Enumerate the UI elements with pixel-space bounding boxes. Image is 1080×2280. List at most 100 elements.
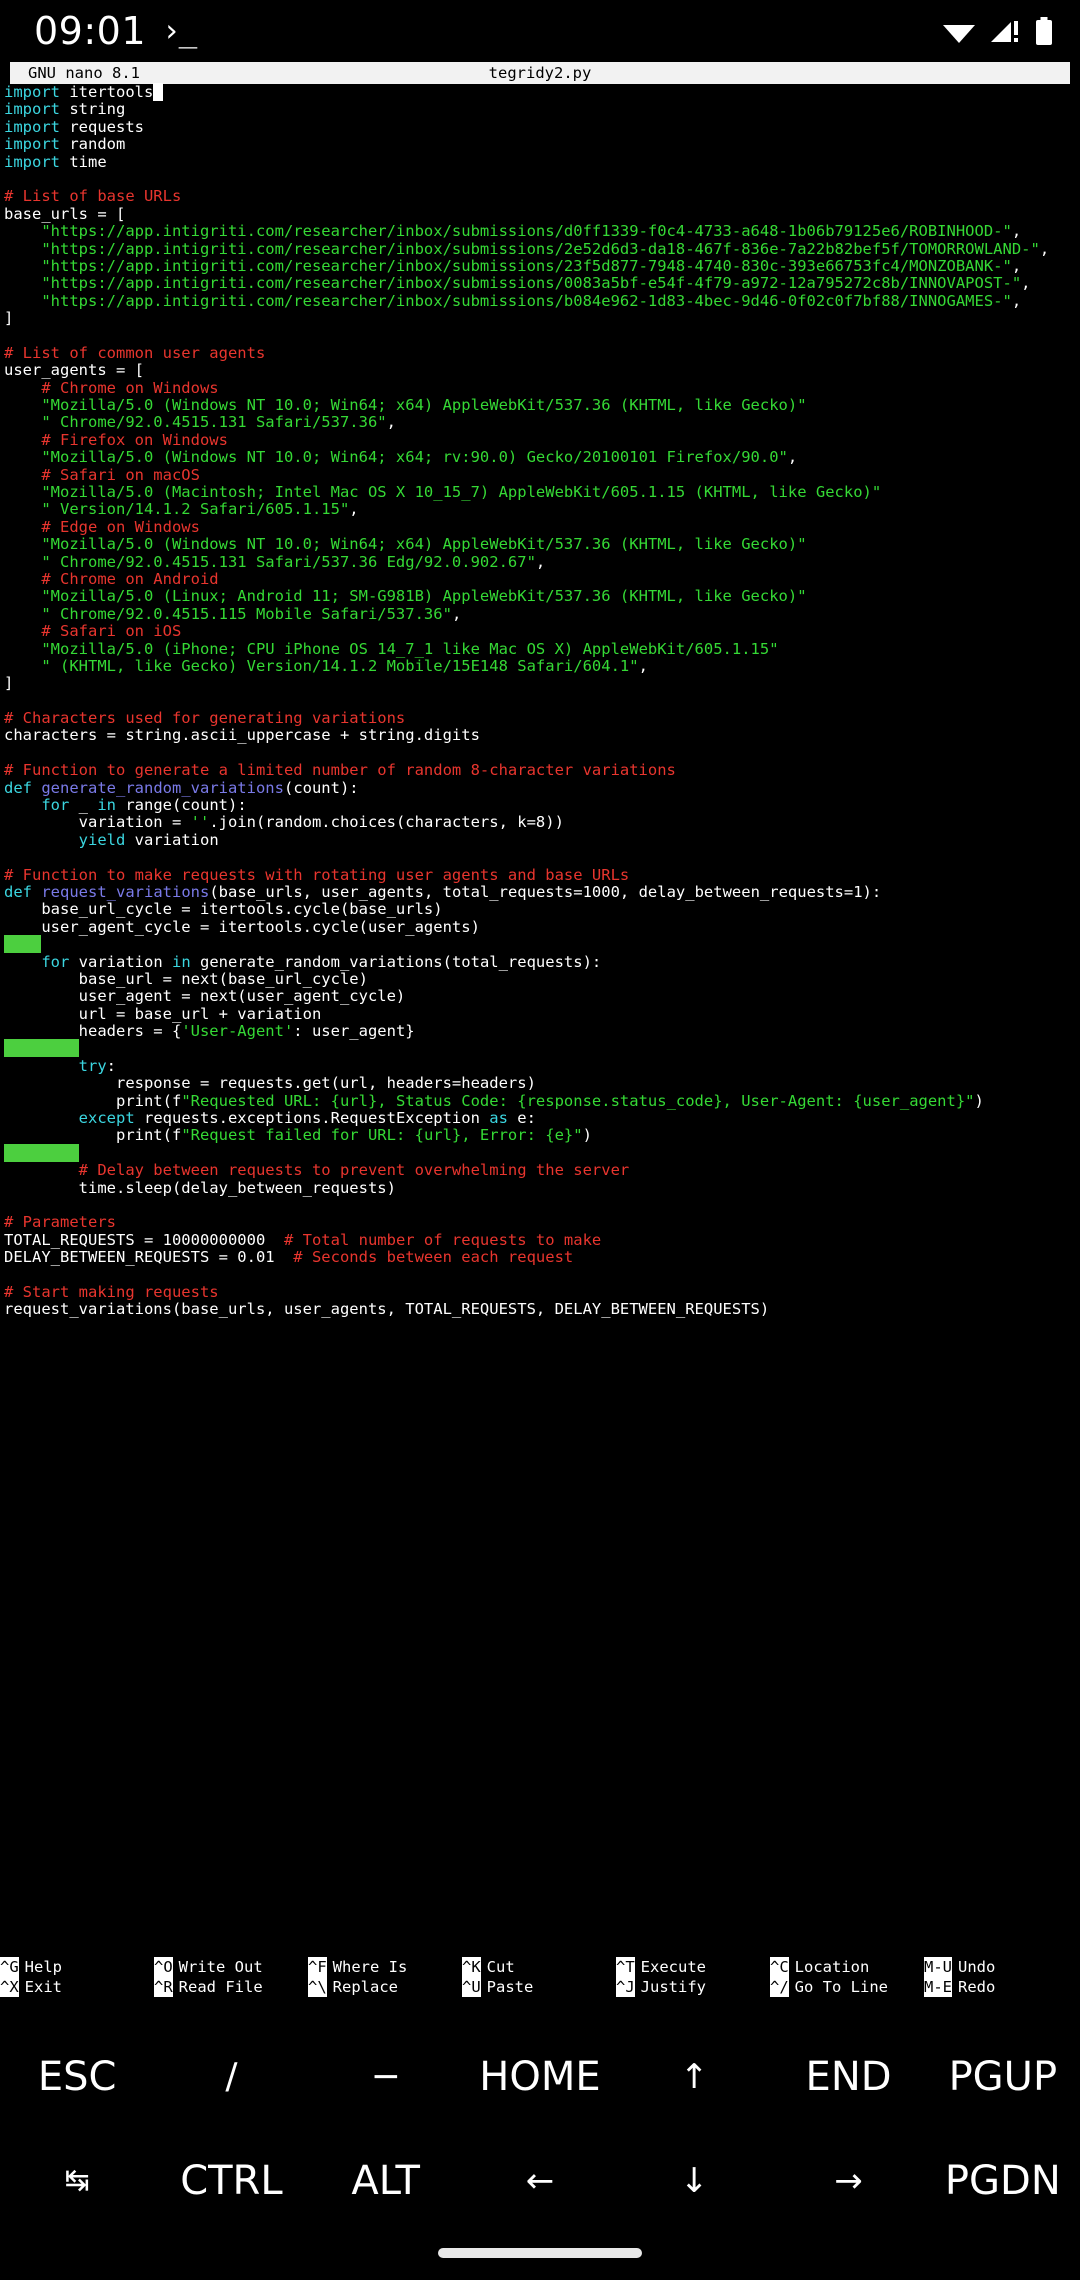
shortcut-item[interactable]: ^U Paste xyxy=(462,1977,616,1997)
shortcut-label: Go To Line xyxy=(794,1978,888,1996)
code-token: ] xyxy=(4,674,14,693)
code-line: characters = string.ascii_uppercase + st… xyxy=(4,727,1080,744)
shortcut-item[interactable]: ^G Help xyxy=(0,1957,154,1977)
nano-filename-label: tegridy2.py xyxy=(488,64,592,82)
code-token: " Version/14.1.2 Safari/605.1.15" xyxy=(41,500,350,519)
shortcut-item[interactable]: ^X Exit xyxy=(0,1977,154,1997)
shortcut-label: Replace xyxy=(332,1978,398,1996)
shortcut-item[interactable]: ^R Read File xyxy=(154,1977,308,1997)
shortcut-item[interactable]: ^C Location xyxy=(770,1957,924,1977)
code-line: try: xyxy=(4,1057,1080,1075)
key-arrow-left[interactable]: ← xyxy=(463,2129,617,2233)
key-ctrl[interactable]: CTRL xyxy=(154,2129,308,2233)
shortcut-key: ^J xyxy=(616,1977,635,1997)
code-token: base_url = next(base_url_cycle) xyxy=(4,969,368,988)
code-token: # Safari on macOS xyxy=(41,465,200,484)
code-line: print(f"Request failed for URL: {url}, E… xyxy=(4,1127,1080,1144)
shortcut-item[interactable]: ^J Justify xyxy=(616,1977,770,1997)
key-esc[interactable]: ESC xyxy=(0,2025,154,2129)
key-home[interactable]: HOME xyxy=(463,2025,617,2129)
code-token: "https://app.intigriti.com/researcher/in… xyxy=(41,222,1012,241)
code-token: request_variations(base_urls, user_agent… xyxy=(4,1300,770,1319)
code-token: "Mozilla/5.0 (Windows NT 10.0; Win64; x6… xyxy=(41,448,788,467)
key-arrow-down[interactable]: ↓ xyxy=(617,2129,771,2233)
shortcut-key: M-E xyxy=(924,1977,952,1997)
key-end[interactable]: END xyxy=(771,2025,925,2129)
code-line: "Mozilla/5.0 (Windows NT 10.0; Win64; x6… xyxy=(4,535,1080,553)
shortcut-label: Undo xyxy=(958,1958,996,1976)
home-indicator[interactable] xyxy=(438,2248,642,2258)
code-line: time.sleep(delay_between_requests) xyxy=(4,1179,1080,1197)
code-line: user_agent_cycle = itertools.cycle(user_… xyxy=(4,918,1080,936)
code-token: , xyxy=(1011,256,1022,275)
shortcut-item[interactable]: M-U Undo xyxy=(924,1957,1078,1977)
code-token: "Requested URL: {url}, Status Code: {res… xyxy=(181,1091,975,1110)
code-token: ] xyxy=(4,309,14,328)
key-tab[interactable]: ↹ xyxy=(0,2129,154,2233)
key-minus[interactable]: − xyxy=(309,2025,463,2129)
shortcut-item[interactable]: ^O Write Out xyxy=(154,1957,308,1977)
shortcut-label: Write Out xyxy=(178,1958,263,1976)
key-arrow-up[interactable]: ↑ xyxy=(617,2025,771,2129)
shortcut-item[interactable]: ^/ Go To Line xyxy=(770,1977,924,1997)
code-token: variation xyxy=(69,952,172,971)
shortcut-item[interactable]: M-E Redo xyxy=(924,1977,1078,1997)
android-status-bar: 09:01 ›_ xyxy=(0,0,1080,62)
key-pgdn[interactable]: PGDN xyxy=(926,2129,1080,2233)
code-line: "Mozilla/5.0 (iPhone; CPU iPhone OS 14_7… xyxy=(4,640,1080,658)
code-token: TOTAL_REQUESTS = 10000000000 xyxy=(4,1230,266,1249)
code-token: , xyxy=(1021,274,1031,293)
shortcut-key: ^U xyxy=(462,1977,481,1997)
code-token: "https://app.intigriti.com/researcher/in… xyxy=(41,239,1040,258)
code-token: 'User-Agent' xyxy=(181,1022,294,1041)
virtual-key-toolbar: ESC / − HOME ↑ END PGUP ↹ CTRL ALT ← ↓ → PGDN xyxy=(0,2025,1080,2233)
key-slash[interactable]: / xyxy=(154,2025,308,2129)
code-token: itertools xyxy=(60,83,154,101)
code-token: except xyxy=(78,1109,135,1128)
code-line: # Edge on Windows xyxy=(4,518,1080,536)
code-token: _ xyxy=(69,796,98,815)
code-token: base_urls = [ xyxy=(4,204,126,223)
shortcut-item[interactable]: ^F Where Is xyxy=(308,1957,462,1977)
code-line: # Characters used for generating variati… xyxy=(4,709,1080,727)
code-token: # Total number of requests to make xyxy=(265,1230,602,1249)
code-line xyxy=(4,1039,1080,1058)
key-alt[interactable]: ALT xyxy=(309,2129,463,2233)
code-line: ] xyxy=(4,309,1080,328)
code-line: except requests.exceptions.RequestExcept… xyxy=(4,1109,1080,1128)
shortcut-label: Location xyxy=(794,1958,870,1976)
shortcut-item[interactable]: ^\ Replace xyxy=(308,1977,462,1997)
shortcut-item[interactable]: ^T Execute xyxy=(616,1957,770,1977)
key-arrow-right[interactable]: → xyxy=(771,2129,925,2233)
code-token: import xyxy=(4,152,60,171)
virtual-key-row-2: ↹ CTRL ALT ← ↓ → PGDN xyxy=(0,2129,1080,2233)
code-line: user_agents = [ xyxy=(4,362,1080,379)
code-token: (base_urls, user_agents, total_requests=… xyxy=(209,882,882,901)
code-token: # List of base URLs xyxy=(4,187,182,206)
code-token: print(f xyxy=(4,1126,182,1145)
shortcut-item[interactable]: ^K Cut xyxy=(462,1957,616,1977)
nano-editor-buffer[interactable]: import itertools import string import req… xyxy=(0,83,1080,1319)
code-line: yield variation xyxy=(4,831,1080,849)
code-line: "https://app.intigriti.com/researcher/in… xyxy=(4,256,1080,275)
code-line: # Chrome on Windows xyxy=(4,379,1080,397)
key-pgup[interactable]: PGUP xyxy=(926,2025,1080,2129)
code-token: : user_agent} xyxy=(293,1022,415,1041)
code-token: , xyxy=(638,656,648,675)
code-token: , xyxy=(535,552,546,571)
trailing-whitespace-marker xyxy=(4,1143,79,1162)
